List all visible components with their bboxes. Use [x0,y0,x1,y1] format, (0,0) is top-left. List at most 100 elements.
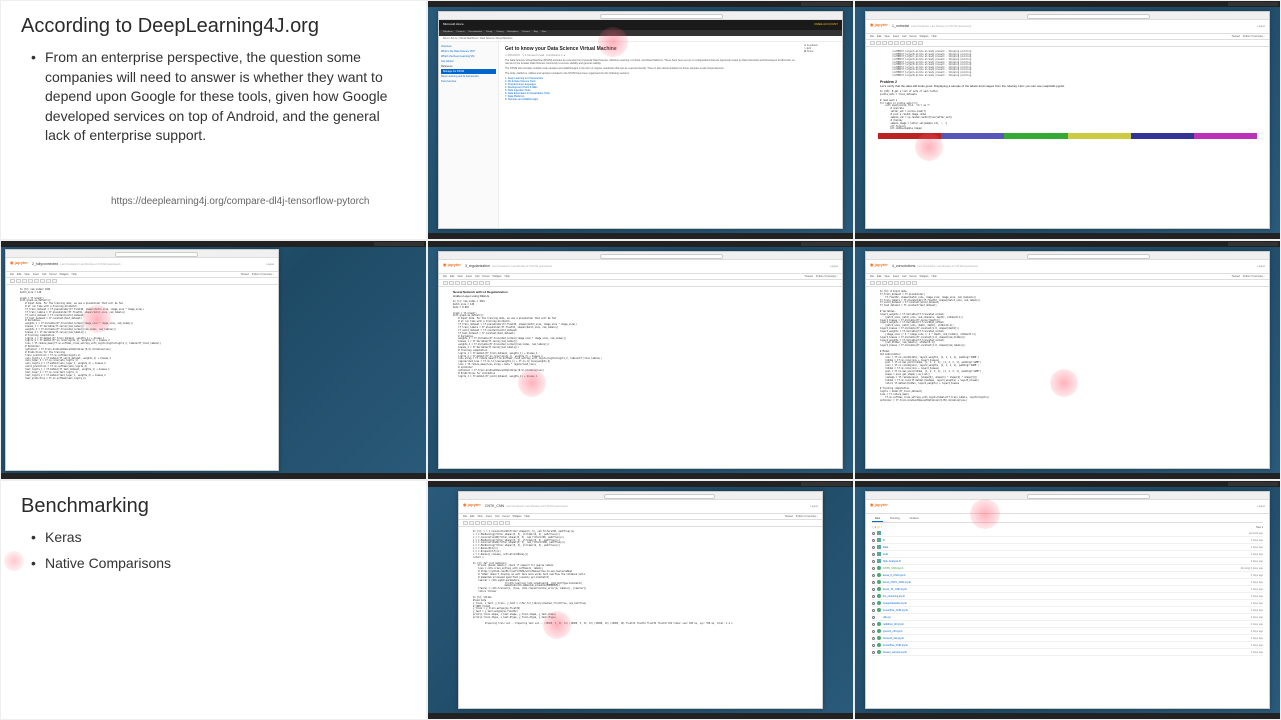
notebook-toolbar[interactable] [866,40,1269,47]
file-name[interactable]: Data [883,546,1251,549]
file-row[interactable]: Data3 days ago [872,544,1263,551]
file-row[interactable]: ImageClassifier.ipynb3 days ago [872,600,1263,607]
file-checkbox[interactable] [872,532,875,535]
file-name[interactable]: horovod_dist.ipynb [883,637,1251,640]
file-name[interactable]: tensorflow_CNN.ipynb [883,644,1251,647]
logout-button[interactable]: Logout [810,505,818,508]
file-row[interactable]: CNTK_CNN.ipynbRunning 3 days ago [872,565,1263,572]
code-cell[interactable]: In [18]: # get a list of sets of each le… [880,91,1255,131]
code-cell[interactable]: In [9]: # Input data. tf_train_dataset =… [880,291,1255,403]
file-row[interactable]: horovod_dist.ipynb3 days ago [872,635,1263,642]
file-checkbox[interactable] [872,546,875,549]
jupyter-logo-icon[interactable]: jupyter [870,503,888,511]
file-row[interactable]: SQL-Analysis-R3 days ago [872,558,1263,565]
file-checkbox[interactable] [872,581,875,584]
jupyter-logo-icon[interactable]: jupyter [463,503,481,511]
browser-chrome[interactable] [866,12,1269,20]
file-row[interactable]: tensorflow_CNN.ipynb3 days ago [872,642,1263,649]
file-name[interactable]: tools [883,553,1251,556]
browser-chrome[interactable] [866,252,1269,260]
file-checkbox[interactable] [872,623,875,626]
file-name[interactable]: SQL-Analysis-R [883,560,1251,563]
new-button[interactable]: New ▾ [1256,526,1263,529]
file-checkbox[interactable] [872,651,875,654]
file-checkbox[interactable] [872,616,875,619]
notebook-title[interactable]: CNTK_CNN [485,504,504,508]
file-checkbox[interactable] [872,595,875,598]
azure-actions[interactable]: ⊕ Feedback ✎ Edit ⇄ Share [802,42,842,229]
file-checkbox[interactable] [872,539,875,542]
browser-chrome[interactable] [6,250,278,258]
file-name[interactable]: pytorch_clfr.ipynb [883,630,1251,633]
file-row[interactable]: keras_CNTK_CNN.ipynb3 days ago [872,579,1263,586]
file-name[interactable]: keras_tf_CNN.ipynb [883,574,1251,577]
azure-sidebar[interactable]: Overview What is the Data Science VM? Wh… [439,42,499,229]
code-cell[interactable]: In [4]: def init_model(m): # Loss (dense… [473,563,808,594]
notebook-title[interactable]: 1_notmnist [892,24,909,28]
file-checkbox[interactable] [872,588,875,591]
notebook-title[interactable]: 2_fullyconnected [32,262,58,266]
file-name[interactable]: keras_TF_CNN.ipynb [883,588,1251,591]
screenshot-notmnist: jupyter 1_notmnist Last Checkpoint: Last… [854,0,1281,240]
logout-button[interactable]: Logout [830,265,838,268]
code-cell[interactable]: In [6]: num_nodes= 1024 batch_size = 128… [20,289,264,381]
file-checkbox[interactable] [872,644,875,647]
file-row[interactable]: tools3 days ago [872,551,1263,558]
file-row[interactable]: ..seconds ago [872,530,1263,537]
notebook-title[interactable]: 4_convolutions [892,264,915,268]
file-name[interactable]: CNTK_CNN.ipynb [883,567,1241,570]
browser-chrome[interactable] [866,492,1269,500]
notebook-toolbar[interactable] [866,280,1269,287]
file-row[interactable]: keras_TF_CNN.ipynb3 days ago [872,586,1263,593]
logout-button[interactable]: Logout [266,263,274,266]
file-row[interactable]: theano_sample.ipynb3 days ago [872,649,1263,656]
file-row[interactable]: R3 days ago [872,537,1263,544]
notebook-title[interactable]: 3_regularization [465,264,490,268]
file-icon [877,615,881,619]
file-name[interactable]: keras_CNTK_CNN.ipynb [883,581,1251,584]
file-name[interactable]: .. [883,532,1249,535]
notebook-toolbar[interactable] [459,520,822,527]
file-checkbox[interactable] [872,637,875,640]
file-name[interactable]: ImageClassifier.ipynb [883,602,1251,605]
dashboard-tabs[interactable]: Files Running Clusters [872,516,1263,523]
browser-chrome[interactable] [439,252,842,260]
file-name[interactable]: theano_sample.ipynb [883,651,1251,654]
file-checkbox[interactable] [872,574,875,577]
jupyter-logo-icon[interactable]: jupyter [443,263,461,271]
jupyter-logo-icon[interactable]: jupyter [10,261,28,269]
logout-button[interactable]: Logout [1257,505,1265,508]
code-cell[interactable]: In [3]: x = C.Convolution2D(filter_shape… [473,531,808,560]
free-account-link[interactable]: FREE ACCOUNT [814,23,838,27]
file-name[interactable]: iris_clustering.ipynb [883,595,1251,598]
notebook-icon [877,608,881,612]
file-row[interactable]: utils.py3 days ago [872,614,1263,621]
file-checkbox[interactable] [872,609,875,612]
file-row[interactable]: keras_tf_CNN.ipynb3 days ago [872,572,1263,579]
code-cell[interactable]: In [1]: num_nodes = 1024 batch_size = 12… [453,301,828,378]
file-checkbox[interactable] [872,553,875,556]
file-row[interactable]: tensorflow_CNN.ipynb3 days ago [872,607,1263,614]
notebook-toolbar[interactable] [439,280,842,287]
file-name[interactable]: tensorflow_CNN.ipynb [883,609,1251,612]
file-name[interactable]: utils.py [883,616,1251,619]
browser-chrome[interactable] [459,492,822,500]
breadcrumb[interactable]: ▢ ▾ 📁 / [872,526,882,529]
notebook-toolbar[interactable] [6,278,278,285]
file-row[interactable]: iris_clustering.ipynb3 days ago [872,593,1263,600]
logout-button[interactable]: Logout [1257,265,1265,268]
file-row[interactable]: pytorch_clfr.ipynb3 days ago [872,628,1263,635]
file-checkbox[interactable] [872,567,875,570]
jupyter-logo-icon[interactable]: jupyter [870,263,888,271]
logout-button[interactable]: Logout [1257,25,1265,28]
file-name[interactable]: notMnist_clfr.ipynb [883,623,1251,626]
jupyter-logo-icon[interactable]: jupyter [870,23,888,31]
file-name[interactable]: R [883,539,1251,542]
file-checkbox[interactable] [872,560,875,563]
file-checkbox[interactable] [872,630,875,633]
browser-chrome[interactable] [439,12,842,20]
file-checkbox[interactable] [872,602,875,605]
code-cell[interactable]: In [5]: %%time #load data x_train, x_tes… [473,597,808,620]
file-row[interactable]: notMnist_clfr.ipynb3 days ago [872,621,1263,628]
file-time: 3 days ago [1251,609,1263,612]
